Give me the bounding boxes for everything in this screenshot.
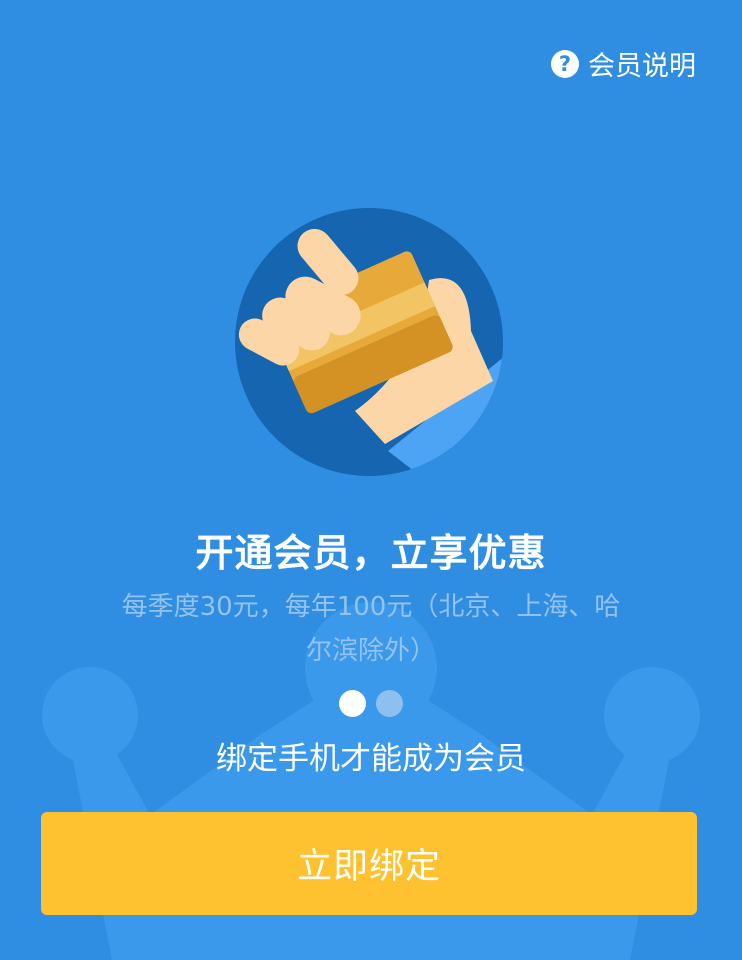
price-description: 每季度30元，每年100元（北京、上海、哈尔滨除外） bbox=[121, 592, 621, 666]
bind-now-button[interactable]: 立即绑定 bbox=[41, 812, 697, 915]
membership-screen: ? 会员说明 开通会员，立享优惠 每季度30元，每年100元（北京、上海、哈尔滨… bbox=[0, 0, 742, 960]
bind-phone-note: 绑定手机才能成为会员 bbox=[216, 741, 526, 777]
question-circle-icon: ? bbox=[551, 49, 579, 78]
page-dot-inactive bbox=[376, 690, 403, 717]
hand-holding-card-icon bbox=[235, 208, 503, 476]
page-dot-active bbox=[339, 690, 366, 717]
member-info-label: 会员说明 bbox=[588, 51, 696, 82]
page-indicator bbox=[0, 690, 742, 717]
member-info-link[interactable]: ? 会员说明 bbox=[551, 44, 696, 83]
page-title: 开通会员，立享优惠 bbox=[195, 531, 547, 575]
